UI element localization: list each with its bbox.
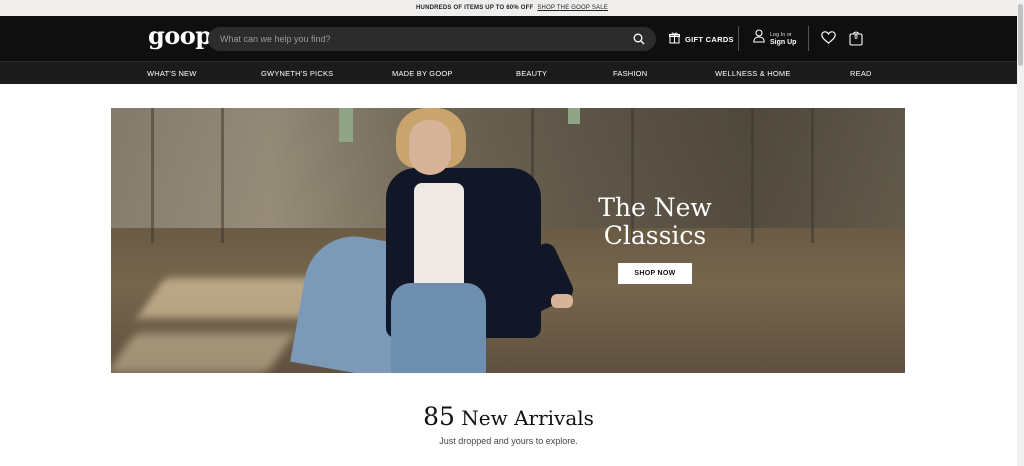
user-icon <box>753 29 765 48</box>
nav-item-read[interactable]: READ <box>850 69 872 78</box>
signup-label: Sign Up <box>770 38 797 46</box>
shopping-bag-button[interactable]: 0 <box>849 30 863 46</box>
nav-item-gwyneths-picks[interactable]: GWYNETH'S PICKS <box>261 69 333 78</box>
header-divider <box>808 26 809 51</box>
page: HUNDREDS OF ITEMS UP TO 60% OFF SHOP THE… <box>0 0 1024 466</box>
nav-item-wellness-home[interactable]: WELLNESS & HOME <box>715 69 791 78</box>
nav-item-whats-new[interactable]: WHAT'S NEW <box>147 69 197 78</box>
page-scrollbar[interactable] <box>1017 0 1024 466</box>
hero-headline-line2: Classics <box>603 221 707 250</box>
search-input[interactable] <box>220 34 632 44</box>
promo-sale-link[interactable]: SHOP THE GOOP SALE <box>537 5 608 11</box>
hero-sunlight <box>111 333 296 373</box>
main-nav: WHAT'S NEW GWYNETH'S PICKS MADE BY GOOP … <box>0 61 1024 84</box>
hero-model-image <box>290 108 581 373</box>
search-icon[interactable] <box>632 32 646 46</box>
promo-bar: HUNDREDS OF ITEMS UP TO 60% OFF SHOP THE… <box>0 0 1024 16</box>
new-arrivals-section: 85 New Arrivals Just dropped and yours t… <box>0 402 1017 446</box>
site-header: goop GIFT CARDS Log In or Sign Up <box>0 16 1024 61</box>
hero-headline-line1: The New <box>598 193 712 222</box>
scrollbar-thumb[interactable] <box>1018 4 1023 66</box>
new-arrivals-label: New Arrivals <box>461 406 594 430</box>
bag-count: 0 <box>854 35 858 41</box>
gift-cards-label: GIFT CARDS <box>685 34 734 44</box>
login-label: Log In or <box>770 31 792 38</box>
gift-cards-link[interactable]: GIFT CARDS <box>669 32 734 46</box>
new-arrivals-count: 85 <box>423 402 455 431</box>
hero-headline: The New Classics <box>566 194 744 250</box>
hero-banner[interactable]: The New Classics SHOP NOW <box>111 108 905 373</box>
new-arrivals-subtitle: Just dropped and yours to explore. <box>439 436 578 446</box>
shop-now-button[interactable]: SHOP NOW <box>618 263 692 284</box>
gift-icon <box>669 32 680 46</box>
goop-logo[interactable]: goop <box>148 22 212 50</box>
nav-item-beauty[interactable]: BEAUTY <box>516 69 547 78</box>
search-bar[interactable] <box>208 27 656 51</box>
promo-text: HUNDREDS OF ITEMS UP TO 60% OFF <box>416 5 534 11</box>
wishlist-heart-icon[interactable] <box>821 31 836 49</box>
nav-item-fashion[interactable]: FASHION <box>613 69 647 78</box>
new-arrivals-title: 85 New Arrivals <box>0 402 1017 431</box>
header-divider <box>738 26 739 51</box>
login-signup-link[interactable]: Log In or Sign Up <box>753 29 796 48</box>
nav-item-made-by-goop[interactable]: MADE BY GOOP <box>392 69 453 78</box>
